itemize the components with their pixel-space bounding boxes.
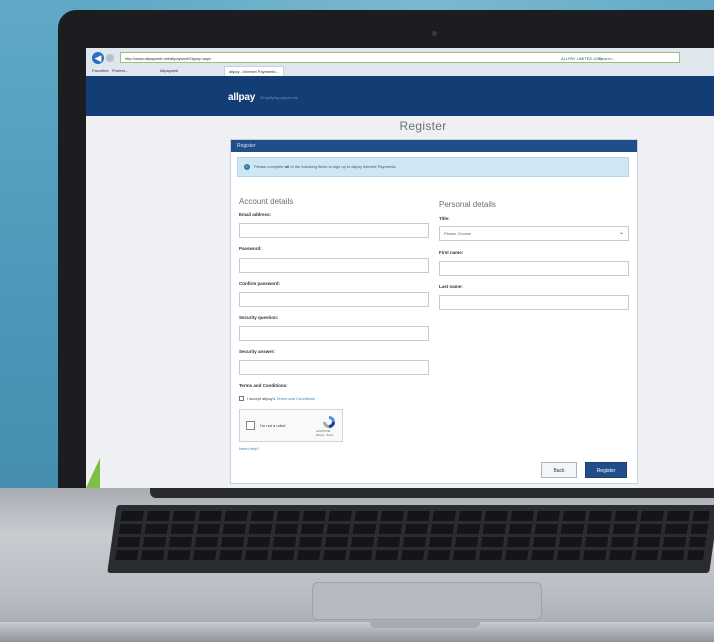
info-alert: i Please complete all of the following f… (237, 157, 629, 177)
address-url: http://www.allpayweb.net/allpayweb/Signu… (125, 56, 212, 61)
trackpad (312, 582, 542, 620)
laptop-hinge (150, 488, 714, 498)
recaptcha-widget: I'm not a robot reCAPTCHA Privacy · Term… (239, 409, 343, 442)
keyboard (107, 505, 714, 573)
recaptcha-footer[interactable]: Privacy · Terms (316, 434, 333, 437)
last-name-label: Last name: (439, 284, 463, 289)
title-label: Title: (439, 216, 450, 221)
register-panel: Register i Please complete all of the fo… (230, 139, 638, 484)
confirm-password-field[interactable] (239, 292, 429, 307)
browser-forward-button[interactable] (106, 54, 114, 62)
terms-text: I accept allpay's Terms and Conditions (247, 396, 315, 401)
info-text-prefix: Please complete (254, 164, 285, 169)
title-select[interactable]: Please Choose ⌄ (439, 226, 629, 241)
panel-header: Register (231, 140, 637, 152)
need-help-link[interactable]: Need help? (239, 446, 259, 451)
password-label: Password: (239, 246, 262, 251)
security-question-field[interactable] (239, 326, 429, 341)
email-field[interactable] (239, 223, 429, 238)
webcam (432, 31, 437, 36)
terms-heading: Terms and Conditions: (239, 383, 288, 388)
keyboard-row (120, 511, 710, 521)
site-tagline: Simplifying payments (260, 95, 298, 100)
corner-leaf-decoration (86, 458, 100, 488)
page-title: Register (399, 119, 447, 133)
browser-back-button[interactable]: ◀ (92, 52, 104, 64)
browser-chrome: ◀ http://www.allpayweb.net/allpayweb/Sig… (86, 48, 714, 77)
address-bar[interactable]: http://www.allpayweb.net/allpayweb/Signu… (120, 52, 680, 63)
first-name-field[interactable] (439, 261, 629, 276)
terms-link[interactable]: Terms and Conditions (276, 396, 315, 401)
keyboard-row (115, 550, 705, 560)
security-answer-field[interactable] (239, 360, 429, 375)
allpay-logo[interactable]: allpay (228, 92, 255, 103)
personal-details-title: Personal details (439, 200, 496, 209)
last-name-field[interactable] (439, 295, 629, 310)
terms-checkbox[interactable] (239, 396, 244, 401)
account-details-title: Account details (239, 197, 294, 206)
password-field[interactable] (239, 258, 429, 273)
laptop-front-edge (0, 622, 714, 642)
recaptcha-label: I'm not a robot (260, 423, 286, 428)
laptop-screen: ◀ http://www.allpayweb.net/allpayweb/Sig… (86, 48, 714, 488)
back-button[interactable]: Back (541, 462, 577, 478)
ssl-indicator: ALLPAY LIMITED (GB) (561, 56, 602, 61)
recaptcha-brand: reCAPTCHA (316, 430, 331, 433)
register-button[interactable]: Register (585, 462, 627, 478)
recaptcha-logo-icon (323, 416, 335, 428)
confirm-password-label: Confirm password: (239, 281, 281, 286)
browser-tab-allpay[interactable]: allpay - Internet Payments... (224, 66, 284, 76)
keyboard-row (116, 537, 707, 547)
keyboard-row (118, 524, 709, 534)
laptop-notch (370, 622, 480, 628)
browser-tab-allpayweb[interactable]: Allpayweb (156, 66, 182, 75)
recaptcha-checkbox[interactable] (246, 421, 255, 430)
first-name-label: First name: (439, 250, 464, 255)
info-text-suffix: of the following fields to sign up to al… (289, 164, 397, 169)
site-header (86, 76, 714, 116)
chevron-down-icon: ⌄ (618, 230, 624, 236)
email-label: Email address: (239, 212, 272, 217)
search-box[interactable]: Search... (599, 53, 615, 64)
terms-text-prefix: I accept allpay's (247, 396, 277, 401)
browser-tab-favorites[interactable]: Favorites · Protect... (88, 66, 132, 75)
info-icon: i (244, 164, 250, 170)
security-answer-label: Security answer: (239, 349, 276, 354)
title-select-value: Please Choose (444, 231, 472, 236)
security-question-label: Security question: (239, 315, 279, 320)
